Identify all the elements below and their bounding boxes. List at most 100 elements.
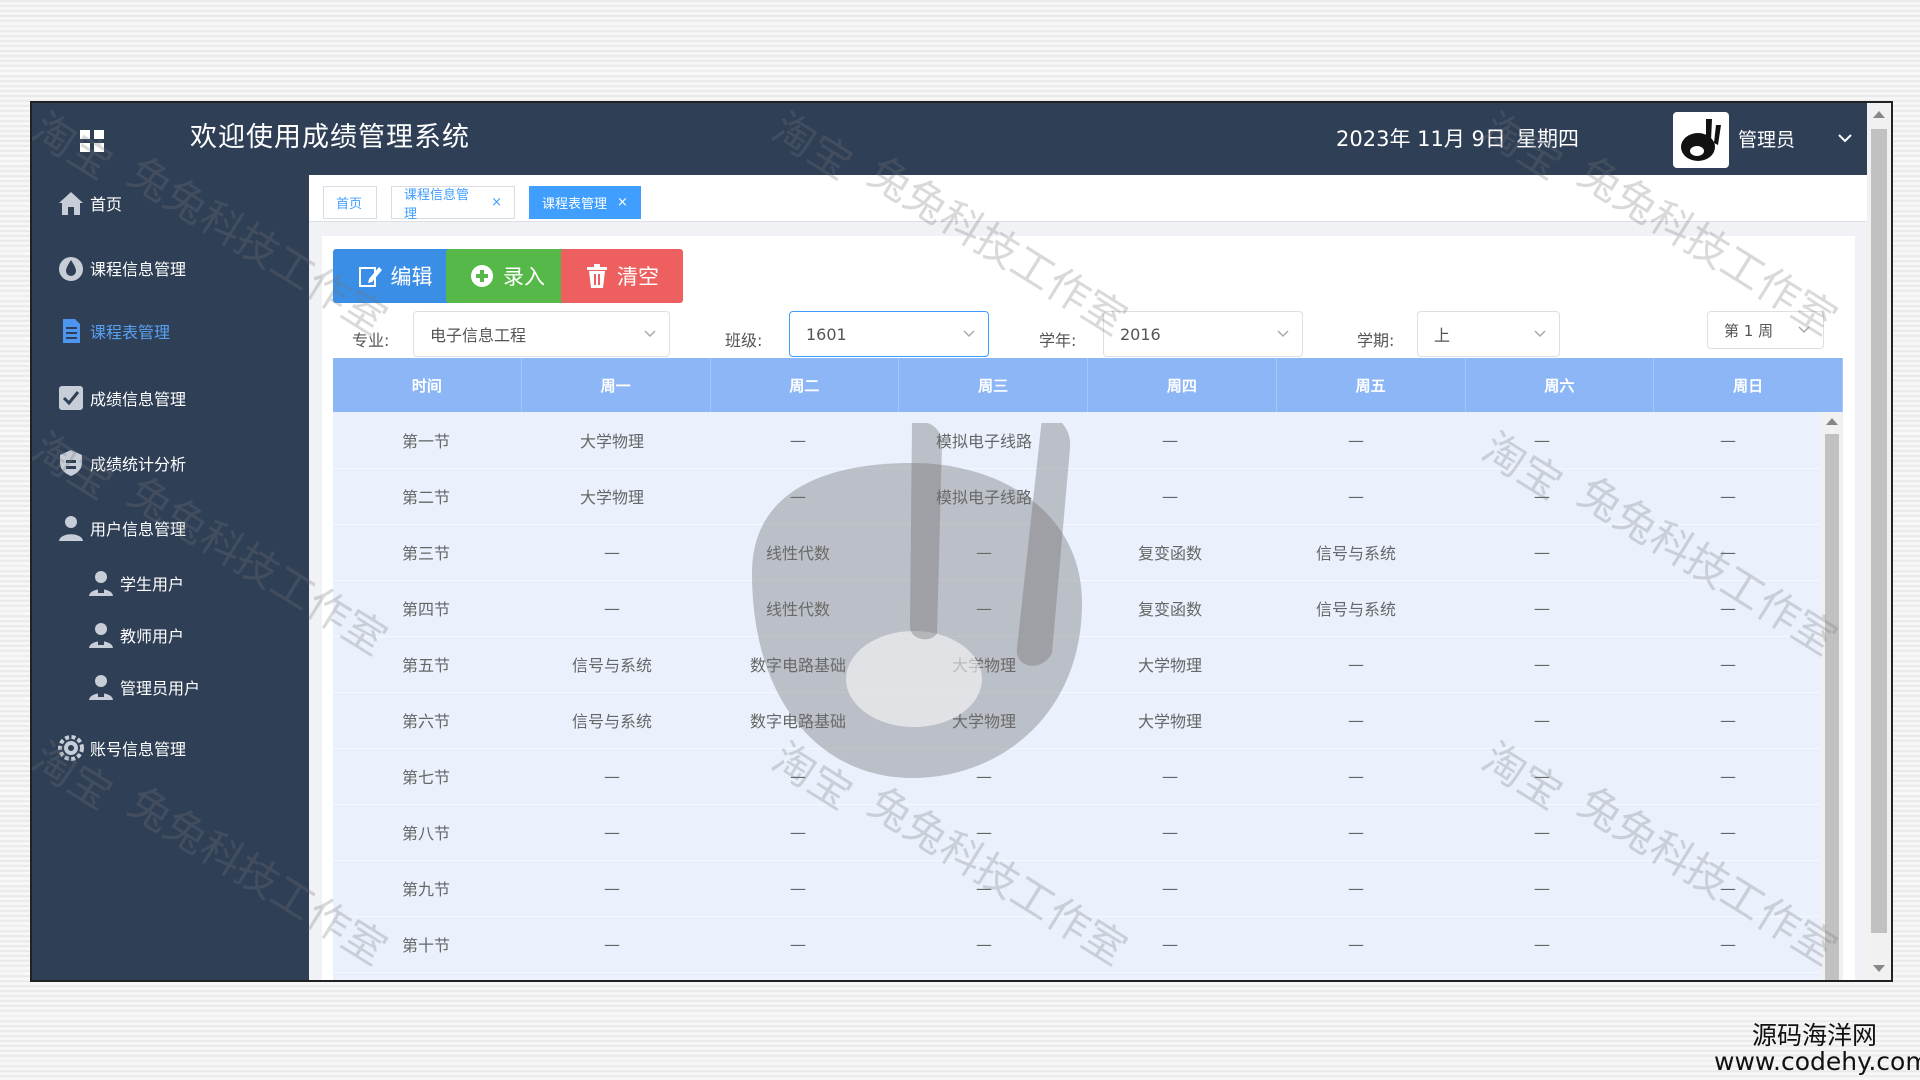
course-cell[interactable]: — — [1635, 804, 1821, 860]
course-cell[interactable]: — — [705, 916, 891, 972]
course-cell[interactable]: — — [705, 412, 891, 468]
course-cell[interactable]: 复变函数 — [1077, 524, 1263, 580]
tab-schedule[interactable]: 课程表管理 × — [529, 186, 641, 219]
course-cell[interactable]: — — [1263, 468, 1449, 524]
course-cell[interactable]: — — [1263, 916, 1449, 972]
course-cell[interactable]: 大学物理 — [519, 412, 705, 468]
course-cell[interactable]: — — [1449, 412, 1635, 468]
course-cell[interactable]: — — [1449, 692, 1635, 748]
course-cell[interactable]: — — [705, 804, 891, 860]
term-select[interactable]: 上 — [1417, 311, 1560, 357]
week-select[interactable]: 第 1 周 — [1707, 311, 1824, 349]
course-cell[interactable]: — — [1635, 860, 1821, 916]
tab-course-info[interactable]: 课程信息管理 × — [391, 186, 515, 222]
course-cell[interactable]: — — [891, 860, 1077, 916]
course-cell[interactable]: — — [519, 524, 705, 580]
scroll-up-icon[interactable] — [1826, 418, 1838, 425]
clear-button[interactable]: 清空 — [561, 249, 683, 303]
sidebar-item-grade-stats[interactable]: 成绩统计分析 — [32, 439, 309, 487]
close-icon[interactable]: × — [491, 195, 502, 210]
course-cell[interactable]: — — [1263, 748, 1449, 804]
course-cell[interactable]: — — [1263, 804, 1449, 860]
course-cell[interactable]: 信号与系统 — [519, 692, 705, 748]
major-select[interactable]: 电子信息工程 — [413, 311, 670, 357]
course-cell[interactable]: — — [1449, 804, 1635, 860]
course-cell[interactable]: — — [519, 580, 705, 636]
course-cell[interactable]: 模拟电子线路 — [891, 468, 1077, 524]
course-cell[interactable]: — — [1077, 748, 1263, 804]
tab-home[interactable]: 首页 — [323, 186, 377, 219]
course-cell[interactable]: — — [1077, 860, 1263, 916]
course-cell[interactable]: — — [1449, 580, 1635, 636]
course-cell[interactable]: — — [1077, 804, 1263, 860]
course-cell[interactable]: — — [1635, 468, 1821, 524]
scroll-thumb[interactable] — [1825, 434, 1839, 980]
user-name[interactable]: 管理员 — [1738, 127, 1795, 153]
course-cell[interactable]: 数字电路基础 — [705, 636, 891, 692]
course-cell[interactable]: — — [891, 804, 1077, 860]
scroll-thumb[interactable] — [1871, 129, 1887, 933]
course-cell[interactable]: 大学物理 — [1077, 636, 1263, 692]
course-cell[interactable]: — — [1263, 860, 1449, 916]
course-cell[interactable]: 大学物理 — [1077, 692, 1263, 748]
course-cell[interactable]: — — [1449, 524, 1635, 580]
course-cell[interactable]: — — [891, 916, 1077, 972]
course-cell[interactable]: — — [1077, 916, 1263, 972]
course-cell[interactable]: — — [891, 524, 1077, 580]
avatar[interactable] — [1673, 112, 1729, 168]
course-cell[interactable]: — — [1449, 636, 1635, 692]
course-cell[interactable]: — — [1077, 412, 1263, 468]
chevron-down-icon[interactable] — [1836, 129, 1854, 147]
course-cell[interactable]: — — [891, 580, 1077, 636]
course-cell[interactable]: — — [519, 748, 705, 804]
sidebar-item-schedule[interactable]: 课程表管理 — [32, 307, 309, 355]
sidebar-item-student-users[interactable]: 学生用户 — [32, 559, 309, 607]
course-cell[interactable]: — — [1635, 692, 1821, 748]
course-cell[interactable]: — — [1449, 748, 1635, 804]
course-cell[interactable]: — — [1449, 860, 1635, 916]
sidebar-item-course-info[interactable]: 课程信息管理 — [32, 244, 309, 292]
course-cell[interactable]: — — [1635, 916, 1821, 972]
class-select[interactable]: 1601 — [789, 311, 989, 357]
course-cell[interactable]: — — [705, 468, 891, 524]
sidebar-item-admin-users[interactable]: 管理员用户 — [32, 663, 309, 711]
course-cell[interactable]: — — [1263, 412, 1449, 468]
course-cell[interactable]: 信号与系统 — [1263, 524, 1449, 580]
close-icon[interactable]: × — [617, 195, 628, 210]
add-button[interactable]: 录入 — [446, 249, 568, 303]
course-cell[interactable]: — — [705, 748, 891, 804]
sidebar-item-teacher-users[interactable]: 教师用户 — [32, 611, 309, 659]
sidebar-item-grade-info[interactable]: 成绩信息管理 — [32, 374, 309, 422]
course-cell[interactable]: — — [1449, 916, 1635, 972]
course-cell[interactable]: 复变函数 — [1077, 580, 1263, 636]
scroll-down-icon[interactable] — [1873, 965, 1885, 972]
course-cell[interactable]: — — [1635, 412, 1821, 468]
course-cell[interactable]: — — [519, 804, 705, 860]
course-cell[interactable]: — — [1263, 636, 1449, 692]
course-cell[interactable]: 信号与系统 — [519, 636, 705, 692]
course-cell[interactable]: — — [1635, 524, 1821, 580]
course-cell[interactable]: — — [1263, 692, 1449, 748]
course-cell[interactable]: — — [891, 748, 1077, 804]
course-cell[interactable]: 信号与系统 — [1263, 580, 1449, 636]
table-scrollbar[interactable] — [1821, 412, 1843, 980]
course-cell[interactable]: 大学物理 — [891, 636, 1077, 692]
course-cell[interactable]: — — [1077, 468, 1263, 524]
course-cell[interactable]: 大学物理 — [519, 468, 705, 524]
sidebar-item-user-info[interactable]: 用户信息管理 — [32, 504, 309, 552]
edit-button[interactable]: 编辑 — [333, 249, 456, 303]
course-cell[interactable]: 模拟电子线路 — [891, 412, 1077, 468]
course-cell[interactable]: — — [519, 860, 705, 916]
sidebar-item-home[interactable]: 首页 — [32, 179, 309, 227]
sidebar-item-account-info[interactable]: 账号信息管理 — [32, 724, 309, 772]
course-cell[interactable]: 线性代数 — [705, 580, 891, 636]
course-cell[interactable]: — — [1635, 748, 1821, 804]
course-cell[interactable]: — — [1449, 468, 1635, 524]
page-scrollbar[interactable] — [1867, 103, 1891, 980]
course-cell[interactable]: 线性代数 — [705, 524, 891, 580]
course-cell[interactable]: — — [519, 916, 705, 972]
course-cell[interactable]: 大学物理 — [891, 692, 1077, 748]
grid-menu-icon[interactable] — [80, 130, 104, 152]
course-cell[interactable]: — — [1635, 580, 1821, 636]
year-select[interactable]: 2016 — [1103, 311, 1303, 357]
